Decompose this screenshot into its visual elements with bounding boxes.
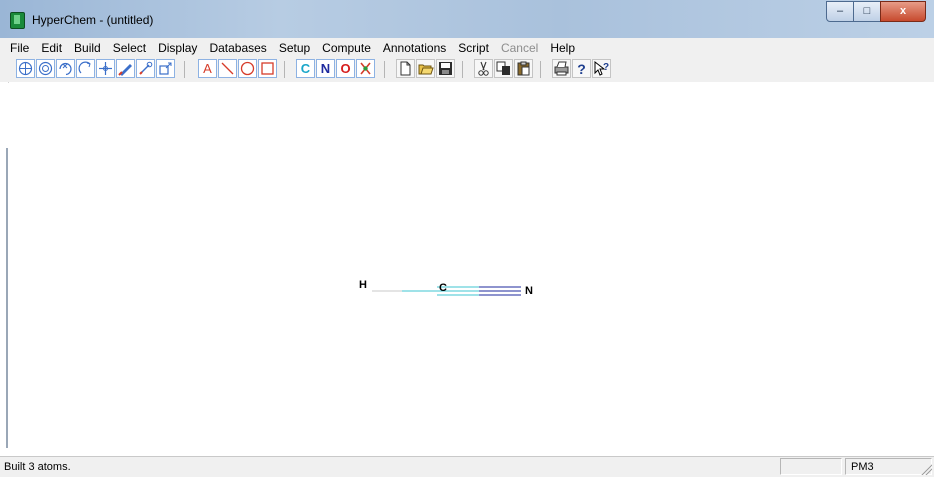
- hyperchem-app-icon[interactable]: [10, 12, 25, 29]
- atom-hydrogen[interactable]: H: [359, 279, 367, 291]
- menu-annotations[interactable]: Annotations: [377, 41, 452, 55]
- rotate-z-icon[interactable]: [56, 59, 75, 78]
- periodic-table-icon[interactable]: [356, 59, 375, 78]
- menu-cancel: Cancel: [500, 41, 539, 55]
- toolbar-separator: [540, 61, 541, 78]
- atom-carbon[interactable]: C: [439, 282, 447, 294]
- status-panel-empty: [780, 458, 842, 475]
- ellipse-annotation-icon[interactable]: [238, 59, 257, 78]
- minimize-button[interactable]: –: [826, 1, 854, 22]
- menu-bar: File Edit Build Select Display Databases…: [0, 38, 934, 58]
- open-file-icon[interactable]: [416, 59, 435, 78]
- print-icon[interactable]: [552, 59, 571, 78]
- menu-compute[interactable]: Compute: [316, 41, 377, 55]
- nitrogen-element-button[interactable]: N: [316, 59, 335, 78]
- calculation-method: PM3: [851, 461, 874, 473]
- toolbar-separator: [184, 61, 185, 78]
- paste-icon[interactable]: [514, 59, 533, 78]
- menu-select[interactable]: Select: [107, 41, 152, 55]
- rectangle-annotation-icon[interactable]: [258, 59, 277, 78]
- select-tool-icon[interactable]: [16, 59, 35, 78]
- close-button[interactable]: x: [880, 1, 926, 22]
- toolbar-separator: [284, 61, 285, 78]
- molecule-workspace[interactable]: H C N: [9, 82, 934, 456]
- menu-edit[interactable]: Edit: [35, 41, 68, 55]
- carbon-element-button[interactable]: C: [296, 59, 315, 78]
- status-bar: Built 3 atoms. PM3: [0, 456, 934, 477]
- menu-file[interactable]: File: [0, 41, 35, 55]
- svg-text:?: ?: [577, 61, 586, 77]
- atom-nitrogen[interactable]: N: [525, 285, 533, 297]
- menu-databases[interactable]: Databases: [203, 41, 272, 55]
- help-icon[interactable]: ?: [572, 59, 591, 78]
- menu-build[interactable]: Build: [68, 41, 107, 55]
- menu-help[interactable]: Help: [544, 41, 581, 55]
- text-annotation-icon[interactable]: A: [198, 59, 217, 78]
- toolbar-separator: [384, 61, 385, 78]
- bond-c-n-triple: [437, 286, 521, 296]
- menu-display[interactable]: Display: [152, 41, 203, 55]
- title-bar: HyperChem - (untitled) – □ x: [0, 0, 934, 39]
- copy-icon[interactable]: [494, 59, 513, 78]
- oxygen-element-button[interactable]: O: [336, 59, 355, 78]
- draw-tool-icon[interactable]: [116, 59, 135, 78]
- new-file-icon[interactable]: [396, 59, 415, 78]
- workspace-left-border: [0, 82, 8, 456]
- window-controls: – □ x: [826, 1, 926, 22]
- context-help-icon[interactable]: ?: [592, 59, 611, 78]
- rotate-xy-icon[interactable]: [36, 59, 55, 78]
- molecule-canvas: [372, 286, 521, 296]
- maximize-button[interactable]: □: [853, 1, 881, 22]
- translate-z-icon[interactable]: [76, 59, 95, 78]
- menu-script[interactable]: Script: [452, 41, 495, 55]
- zoom-tool-icon[interactable]: [136, 59, 155, 78]
- line-annotation-icon[interactable]: [218, 59, 237, 78]
- menu-setup[interactable]: Setup: [273, 41, 316, 55]
- translate-xy-icon[interactable]: [96, 59, 115, 78]
- resize-grip-icon[interactable]: [920, 463, 932, 475]
- clip-tool-icon[interactable]: [156, 59, 175, 78]
- cut-icon[interactable]: [474, 59, 493, 78]
- svg-text:?: ?: [603, 62, 609, 73]
- toolbar-separator: [462, 61, 463, 78]
- window-title: HyperChem - (untitled): [32, 13, 154, 27]
- status-message: Built 3 atoms.: [4, 461, 71, 473]
- save-file-icon[interactable]: [436, 59, 455, 78]
- toolbar: A C N O ? ?: [0, 58, 934, 83]
